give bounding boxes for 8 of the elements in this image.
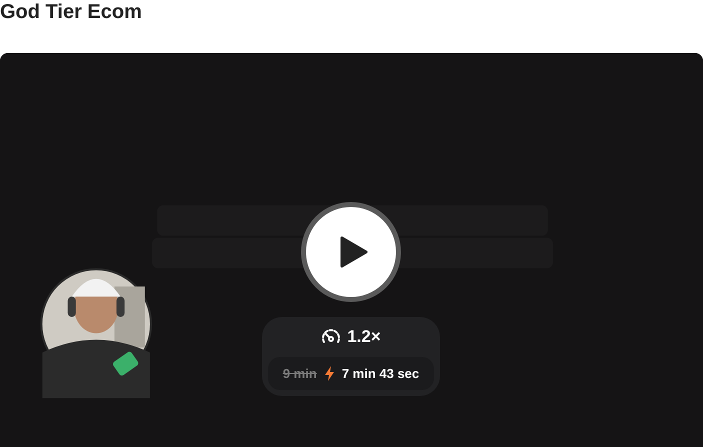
speed-card[interactable]: 1.2× 9 min 7 min 43 sec: [262, 317, 440, 396]
lightning-icon: [324, 366, 334, 381]
fast-duration: 7 min 43 sec: [342, 364, 420, 383]
original-duration: 9 min: [282, 364, 317, 383]
speed-value: 1.2×: [347, 326, 381, 348]
page-title: God Tier Ecom: [0, 0, 143, 25]
play-icon: [340, 236, 368, 268]
speedometer-icon: [321, 328, 342, 346]
